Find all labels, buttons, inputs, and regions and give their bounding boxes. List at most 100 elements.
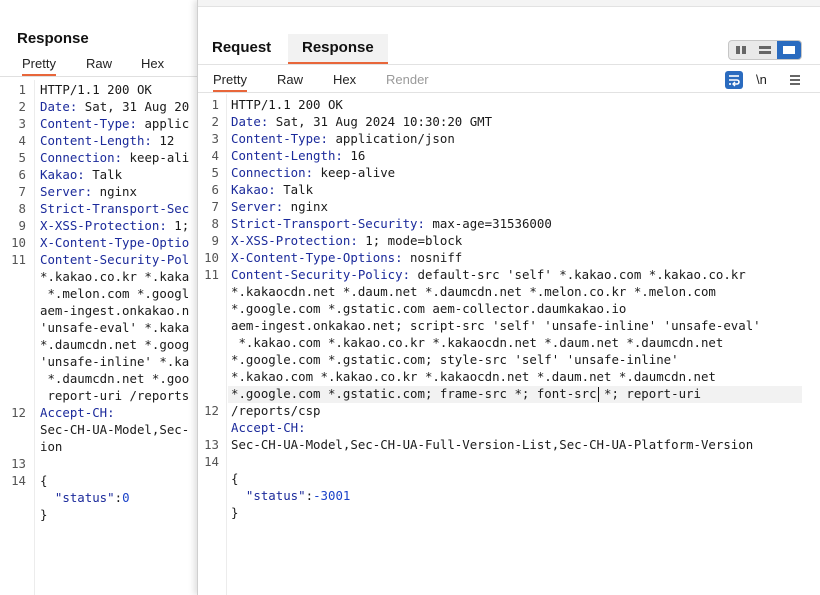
response-code-editor[interactable]: HTTP/1.1 200 OK Date: Sat, 31 Aug 2024 10… bbox=[231, 96, 811, 536]
code-text: { bbox=[40, 473, 48, 488]
header-name: Date: bbox=[231, 114, 269, 129]
tab-request[interactable]: Request bbox=[198, 34, 285, 62]
code-line: Content-Type: applic bbox=[40, 115, 189, 132]
code-text: 1; bbox=[166, 218, 190, 233]
word-wrap-toggle[interactable] bbox=[725, 71, 743, 89]
code-text: Sat, 31 Aug 20 bbox=[77, 99, 190, 114]
header-name: Content-Security-Pol bbox=[40, 252, 190, 267]
hamburger-menu-icon bbox=[790, 75, 800, 85]
code-line: Sec-CH-UA-Model,Sec- bbox=[40, 421, 189, 438]
code-line: "status":0 bbox=[40, 489, 130, 506]
tab-hex[interactable]: Hex bbox=[141, 54, 164, 74]
header-name: Accept-CH: bbox=[231, 420, 306, 435]
code-text: *.kakao.co.kr *.kaka bbox=[40, 269, 190, 284]
code-line: Content-Type: application/json bbox=[231, 130, 455, 147]
header-name: Strict-Transport-Security: bbox=[231, 216, 425, 231]
tab-hex[interactable]: Hex bbox=[333, 70, 356, 90]
panel-title: Response bbox=[17, 30, 89, 47]
code-line: } bbox=[231, 504, 238, 521]
layout-toggle-group bbox=[728, 40, 802, 60]
code-text: 'unsafe-eval' *.kaka bbox=[40, 320, 190, 335]
code-line: *.kakao.co.kr *.kaka bbox=[40, 268, 189, 285]
code-line: /reports/csp bbox=[231, 402, 321, 419]
code-text: 12 bbox=[151, 133, 175, 148]
layout-split-rows-button[interactable] bbox=[753, 41, 777, 59]
code-text: 'unsafe-inline' *.ka bbox=[40, 354, 190, 369]
header-name: X-XSS-Protection: bbox=[40, 218, 167, 233]
code-text: *.kakao.com *.kakao.co.kr *.kakaocdn.net… bbox=[231, 369, 716, 384]
line-number: 3 bbox=[18, 116, 26, 131]
code-text: /reports/csp bbox=[231, 403, 321, 418]
line-number: 5 bbox=[18, 150, 26, 165]
tab-response[interactable]: Response bbox=[288, 34, 388, 64]
code-line: Connection: keep-alive bbox=[231, 164, 395, 181]
line-number: 12 bbox=[11, 405, 26, 420]
json-key: "status" bbox=[54, 490, 115, 505]
code-line: Content-Security-Pol bbox=[40, 251, 189, 268]
code-line: X-XSS-Protection: 1; bbox=[40, 217, 189, 234]
code-line: Accept-CH: bbox=[40, 404, 115, 421]
code-line: Content-Length: 16 bbox=[231, 147, 365, 164]
code-text: Talk bbox=[275, 182, 314, 197]
header-name: Content-Security-Policy: bbox=[231, 267, 411, 282]
options-menu-button[interactable] bbox=[788, 71, 802, 89]
code-text: *.kakao.com *.kakao.co.kr *.kakaocdn.net… bbox=[231, 335, 724, 350]
line-number: 10 bbox=[204, 250, 219, 265]
code-text: applic bbox=[136, 116, 190, 131]
header-name: Date: bbox=[40, 99, 78, 114]
line-number: 4 bbox=[18, 133, 26, 148]
header-name: Content-Type: bbox=[231, 131, 328, 146]
tab-pretty[interactable]: Pretty bbox=[213, 70, 247, 92]
header-name: Server: bbox=[231, 199, 284, 214]
code-text: 1; mode=block bbox=[357, 233, 463, 248]
divider bbox=[0, 76, 198, 77]
line-number: 5 bbox=[211, 165, 219, 180]
code-line: *.google.com *.gstatic.com aem-collector… bbox=[231, 300, 626, 317]
line-number: 13 bbox=[11, 456, 26, 471]
code-line: HTTP/1.1 200 OK bbox=[231, 96, 343, 113]
code-line: HTTP/1.1 200 OK bbox=[40, 81, 152, 98]
code-line: Content-Length: 12 bbox=[40, 132, 174, 149]
code-line: X-Content-Type-Optio bbox=[40, 234, 189, 251]
tab-render[interactable]: Render bbox=[386, 70, 429, 90]
code-line: Content-Security-Policy: default-src 'se… bbox=[231, 266, 746, 283]
response-code-editor[interactable]: HTTP/1.1 200 OK Date: Sat, 31 Aug 20 Conte… bbox=[40, 81, 197, 521]
panel-top-edge bbox=[198, 0, 820, 7]
split-rows-icon bbox=[759, 46, 771, 54]
header-name: Content-Length: bbox=[231, 148, 343, 163]
tab-raw[interactable]: Raw bbox=[277, 70, 303, 90]
code-line: *.melon.com *.googl bbox=[40, 285, 189, 302]
line-number: 2 bbox=[211, 114, 219, 129]
tab-raw[interactable]: Raw bbox=[86, 54, 112, 74]
code-text: Talk bbox=[84, 167, 123, 182]
line-number: 13 bbox=[204, 437, 219, 452]
code-line: ion bbox=[40, 438, 62, 455]
line-number: 12 bbox=[204, 403, 219, 418]
header-name: X-Content-Type-Optio bbox=[40, 235, 190, 250]
line-number: 8 bbox=[18, 201, 26, 216]
code-line: Date: Sat, 31 Aug 20 bbox=[40, 98, 189, 115]
line-number: 14 bbox=[11, 473, 26, 488]
line-number: 9 bbox=[18, 218, 26, 233]
tab-pretty[interactable]: Pretty bbox=[22, 54, 56, 76]
code-text: { bbox=[231, 471, 239, 486]
line-number: 8 bbox=[211, 216, 219, 231]
code-text: Sec-CH-UA-Model,Sec- bbox=[40, 422, 190, 437]
code-text: ion bbox=[40, 439, 63, 454]
code-line: Kakao: Talk bbox=[40, 166, 122, 183]
divider bbox=[198, 92, 820, 93]
line-number: 7 bbox=[211, 199, 219, 214]
code-text: *.kakaocdn.net *.daum.net *.daumcdn.net … bbox=[231, 284, 716, 299]
code-line: X-Content-Type-Options: nosniff bbox=[231, 249, 462, 266]
line-number: 11 bbox=[204, 267, 219, 282]
code-line: "status":-3001 bbox=[231, 487, 350, 504]
code-text: *.google.com *.gstatic.com; frame-src *;… bbox=[231, 386, 701, 401]
header-name: Content-Length: bbox=[40, 133, 152, 148]
show-newlines-toggle[interactable]: \n bbox=[756, 71, 767, 89]
line-number: 6 bbox=[211, 182, 219, 197]
layout-split-columns-button[interactable] bbox=[729, 41, 753, 59]
code-line: *.daumcdn.net *.goo bbox=[40, 370, 189, 387]
code-line: report-uri /reports bbox=[40, 387, 189, 404]
line-number: 3 bbox=[211, 131, 219, 146]
layout-single-pane-button[interactable] bbox=[777, 41, 801, 59]
